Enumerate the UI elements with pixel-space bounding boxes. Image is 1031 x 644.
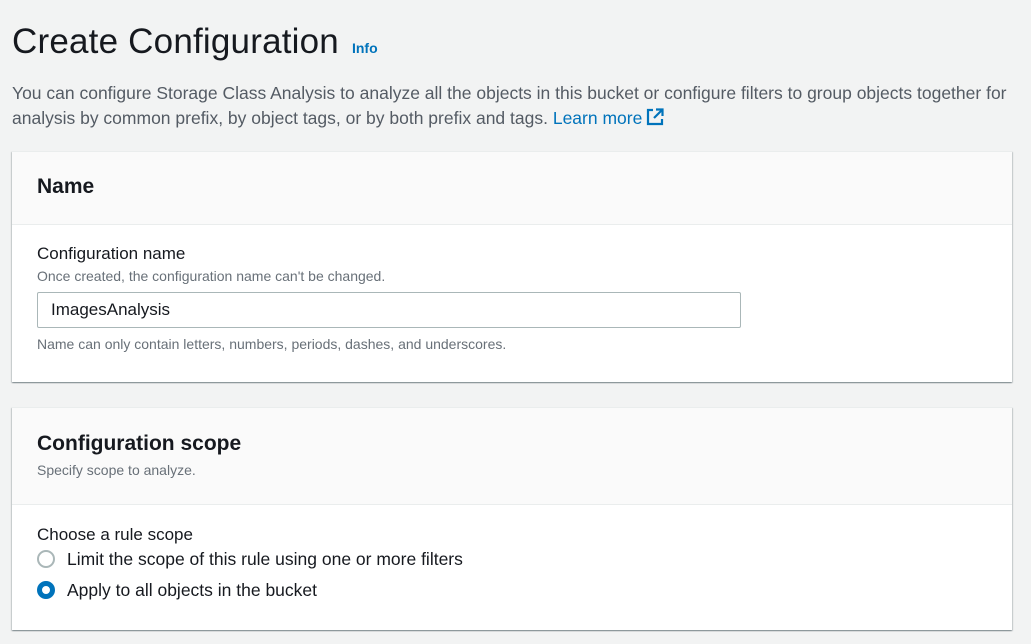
name-panel-body: Configuration name Once created, the con…	[12, 225, 1012, 352]
radio-button-unselected[interactable]	[37, 550, 55, 568]
scope-panel: Configuration scope Specify scope to ana…	[12, 407, 1012, 630]
configuration-name-label: Configuration name	[37, 244, 186, 263]
description-text: You can configure Storage Class Analysis…	[12, 83, 1007, 128]
configuration-name-input[interactable]	[37, 292, 741, 328]
configuration-name-constraint: Name can only contain letters, numbers, …	[37, 336, 507, 352]
radio-button-selected[interactable]	[37, 581, 55, 599]
scope-panel-header: Configuration scope Specify scope to ana…	[12, 408, 1012, 505]
name-panel: Name Configuration name Once created, th…	[12, 151, 1012, 382]
page-title: Create Configuration	[12, 22, 339, 61]
scope-panel-title: Configuration scope	[37, 432, 242, 455]
page-description: You can configure Storage Class Analysis…	[12, 81, 1022, 133]
radio-option-apply-all[interactable]: Apply to all objects in the bucket	[37, 578, 987, 602]
radio-option-limit-scope[interactable]: Limit the scope of this rule using one o…	[37, 547, 987, 571]
scope-panel-body: Choose a rule scope Limit the scope of t…	[12, 505, 1012, 602]
name-panel-header: Name	[12, 152, 1012, 225]
learn-more-link[interactable]: Learn more	[553, 108, 665, 128]
learn-more-label: Learn more	[552, 108, 643, 128]
radio-option-apply-all-label: Apply to all objects in the bucket	[67, 579, 318, 600]
page-header: Create Configuration Info	[12, 22, 378, 62]
scope-panel-subtitle: Specify scope to analyze.	[37, 462, 196, 478]
info-link[interactable]: Info	[352, 40, 378, 56]
page: Create Configuration Info You can config…	[0, 0, 1031, 644]
radio-option-limit-scope-label: Limit the scope of this rule using one o…	[67, 548, 463, 569]
configuration-name-description: Once created, the configuration name can…	[37, 268, 386, 284]
name-panel-title: Name	[37, 175, 95, 198]
external-link-icon	[646, 108, 664, 133]
rule-scope-label: Choose a rule scope	[37, 525, 193, 544]
